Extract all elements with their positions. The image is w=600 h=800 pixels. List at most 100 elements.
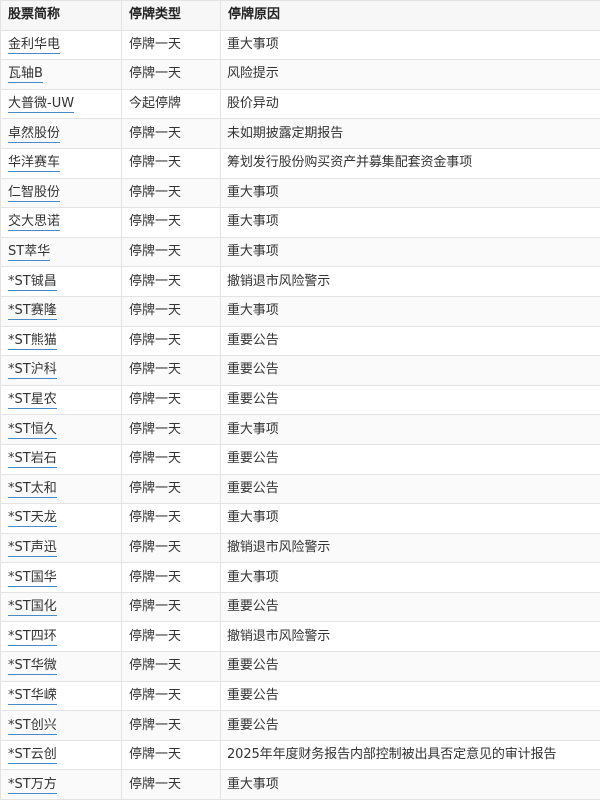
suspension-reason-cell: 重要公告 — [221, 474, 600, 504]
suspension-reason-cell: 重大事项 — [221, 237, 600, 267]
stock-name-link[interactable]: 仁智股份 — [8, 185, 60, 202]
stock-name-cell: 华洋赛车 — [1, 148, 122, 178]
stock-name-link[interactable]: *ST华微 — [8, 658, 57, 675]
table-row: 金利华电 停牌一天重大事项 — [1, 30, 600, 60]
suspension-type-cell: 停牌一天 — [122, 622, 221, 652]
table-row: *ST万方 停牌一天重大事项 — [1, 770, 600, 800]
stock-name-link[interactable]: 金利华电 — [8, 37, 60, 54]
stock-name-cell: *ST万方 — [1, 770, 122, 800]
suspension-reason-cell: 重要公告 — [221, 652, 600, 682]
stock-name-cell: *ST沪科 — [1, 356, 122, 386]
table-row: *ST声迅 停牌一天撤销退市风险警示 — [1, 533, 600, 563]
suspension-type-cell: 停牌一天 — [122, 415, 221, 445]
stock-name-link[interactable]: *ST云创 — [8, 747, 57, 764]
suspension-reason-cell: 重大事项 — [221, 178, 600, 208]
suspension-reason-cell: 筹划发行股份购买资产并募集配套资金事项 — [221, 148, 600, 178]
suspension-reason-cell: 重要公告 — [221, 356, 600, 386]
table-row: 仁智股份 停牌一天重大事项 — [1, 178, 600, 208]
stock-name-link[interactable]: *ST岩石 — [8, 451, 57, 468]
stock-name-link[interactable]: *ST太和 — [8, 481, 57, 498]
suspension-type-cell: 停牌一天 — [122, 237, 221, 267]
suspension-type-cell: 今起停牌 — [122, 89, 221, 119]
suspension-reason-cell: 重大事项 — [221, 770, 600, 800]
stock-name-cell: *ST四环 — [1, 622, 122, 652]
stock-name-cell: *ST天龙 — [1, 504, 122, 534]
suspension-reason-cell: 重要公告 — [221, 326, 600, 356]
header-suspension-type: 停牌类型 — [122, 1, 221, 31]
suspension-type-cell: 停牌一天 — [122, 740, 221, 770]
stock-name-link[interactable]: 交大思诺 — [8, 214, 60, 231]
suspension-table: 股票简称 停牌类型 停牌原因 金利华电停牌一天重大事项瓦轴B停牌一天风险提示大普… — [0, 0, 600, 800]
stock-name-link[interactable]: *ST熊猫 — [8, 333, 57, 350]
table-row: 大普微-UW 今起停牌股价异动 — [1, 89, 600, 119]
stock-name-cell: *ST星农 — [1, 385, 122, 415]
suspension-reason-cell: 撤销退市风险警示 — [221, 533, 600, 563]
stock-name-cell: 瓦轴B — [1, 60, 122, 90]
table-row: *ST华嵘 停牌一天重要公告 — [1, 681, 600, 711]
stock-name-link[interactable]: 大普微-UW — [8, 96, 74, 113]
suspension-type-cell: 停牌一天 — [122, 681, 221, 711]
suspension-reason-cell: 股价异动 — [221, 89, 600, 119]
stock-name-cell: *ST声迅 — [1, 533, 122, 563]
stock-name-link[interactable]: *ST万方 — [8, 777, 57, 794]
stock-name-link[interactable]: *ST声迅 — [8, 540, 57, 557]
stock-name-cell: *ST赛隆 — [1, 296, 122, 326]
stock-name-link[interactable]: *ST天龙 — [8, 510, 57, 527]
suspension-reason-cell: 重大事项 — [221, 296, 600, 326]
stock-name-link[interactable]: *ST铖昌 — [8, 274, 57, 291]
stock-name-link[interactable]: *ST沪科 — [8, 362, 57, 379]
stock-name-cell: 大普微-UW — [1, 89, 122, 119]
suspension-type-cell: 停牌一天 — [122, 385, 221, 415]
suspension-reason-cell: 重大事项 — [221, 563, 600, 593]
suspension-type-cell: 停牌一天 — [122, 592, 221, 622]
stock-name-link[interactable]: *ST四环 — [8, 629, 57, 646]
suspension-type-cell: 停牌一天 — [122, 563, 221, 593]
stock-name-cell: *ST华微 — [1, 652, 122, 682]
stock-name-link[interactable]: *ST国化 — [8, 599, 57, 616]
stock-name-cell: *ST铖昌 — [1, 267, 122, 297]
table-row: *ST赛隆停牌一天重大事项 — [1, 296, 600, 326]
stock-name-cell: 仁智股份 — [1, 178, 122, 208]
suspension-type-cell: 停牌一天 — [122, 533, 221, 563]
suspension-type-cell: 停牌一天 — [122, 474, 221, 504]
stock-name-cell: 卓然股份 — [1, 119, 122, 149]
suspension-type-cell: 停牌一天 — [122, 444, 221, 474]
suspension-type-cell: 停牌一天 — [122, 178, 221, 208]
suspension-reason-cell: 重大事项 — [221, 208, 600, 238]
suspension-type-cell: 停牌一天 — [122, 30, 221, 60]
suspension-type-cell: 停牌一天 — [122, 119, 221, 149]
suspension-reason-cell: 重要公告 — [221, 681, 600, 711]
suspension-reason-cell: 重要公告 — [221, 385, 600, 415]
stock-name-link[interactable]: *ST国华 — [8, 570, 57, 587]
stock-name-link[interactable]: 卓然股份 — [8, 126, 60, 143]
table-row: *ST铖昌 停牌一天撤销退市风险警示 — [1, 267, 600, 297]
header-suspension-reason: 停牌原因 — [221, 1, 600, 31]
stock-name-cell: *ST国化 — [1, 592, 122, 622]
stock-name-cell: *ST岩石 — [1, 444, 122, 474]
table-row: *ST恒久停牌一天重大事项 — [1, 415, 600, 445]
suspension-reason-cell: 撤销退市风险警示 — [221, 267, 600, 297]
stock-name-cell: *ST恒久 — [1, 415, 122, 445]
table-row: 瓦轴B停牌一天风险提示 — [1, 60, 600, 90]
stock-name-link[interactable]: ST萃华 — [8, 244, 50, 261]
stock-name-cell: ST萃华 — [1, 237, 122, 267]
stock-name-link[interactable]: *ST星农 — [8, 392, 57, 409]
table-row: *ST四环停牌一天撤销退市风险警示 — [1, 622, 600, 652]
stock-name-cell: *ST国华 — [1, 563, 122, 593]
suspension-type-cell: 停牌一天 — [122, 504, 221, 534]
suspension-type-cell: 停牌一天 — [122, 148, 221, 178]
stock-name-link[interactable]: 华洋赛车 — [8, 155, 60, 172]
stock-name-link[interactable]: *ST华嵘 — [8, 688, 57, 705]
table-row: 卓然股份停牌一天未如期披露定期报告 — [1, 119, 600, 149]
suspension-reason-cell: 重大事项 — [221, 30, 600, 60]
suspension-type-cell: 停牌一天 — [122, 770, 221, 800]
stock-name-link[interactable]: *ST赛隆 — [8, 303, 57, 320]
stock-name-cell: *ST创兴 — [1, 711, 122, 741]
suspension-reason-cell: 重要公告 — [221, 711, 600, 741]
table-row: *ST太和 停牌一天重要公告 — [1, 474, 600, 504]
suspension-type-cell: 停牌一天 — [122, 267, 221, 297]
stock-name-cell: *ST太和 — [1, 474, 122, 504]
stock-name-link[interactable]: 瓦轴B — [8, 66, 43, 83]
stock-name-link[interactable]: *ST恒久 — [8, 422, 57, 439]
stock-name-link[interactable]: *ST创兴 — [8, 718, 57, 735]
